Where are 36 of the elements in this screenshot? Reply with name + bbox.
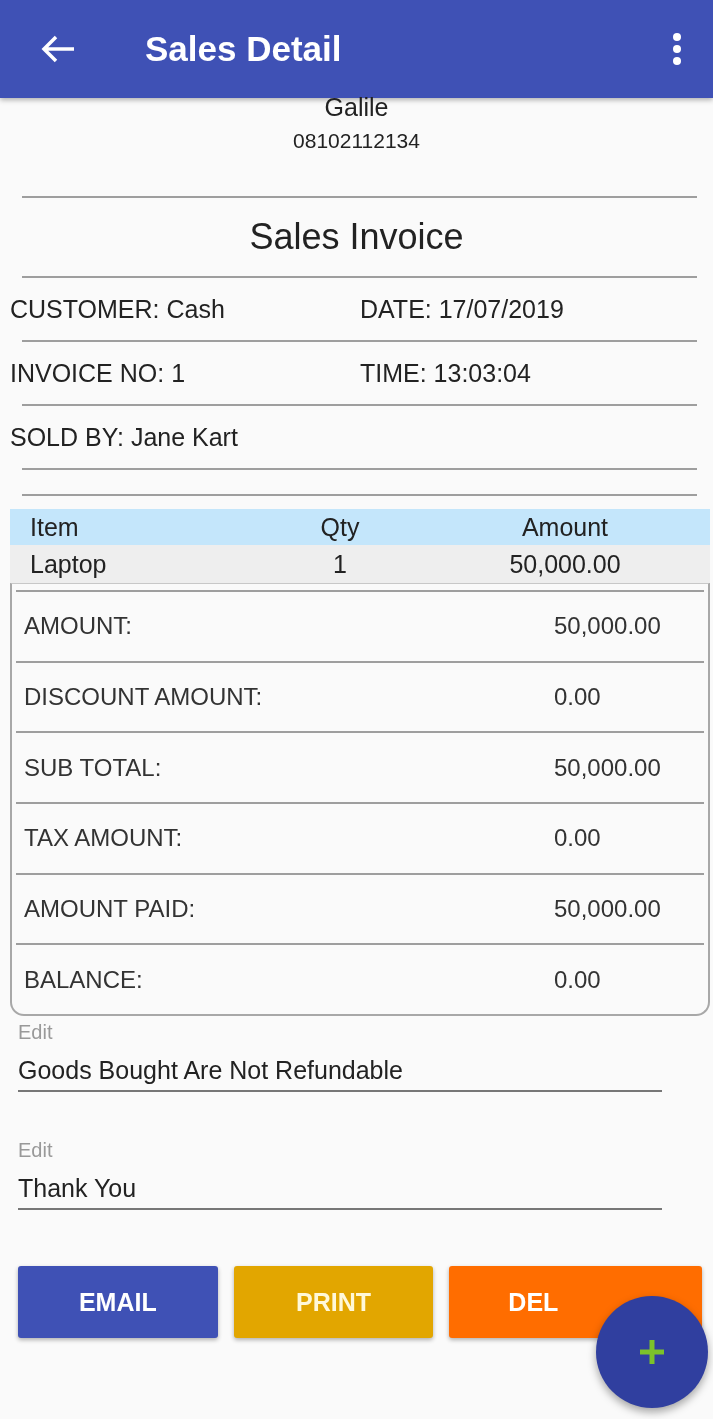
table-cell-text: 50,000.00: [508, 549, 622, 579]
summary-label: SUB TOTAL:: [23, 753, 163, 782]
text-field[interactable]: Thank You: [18, 1168, 662, 1210]
back-arrow-icon[interactable]: [40, 34, 76, 64]
store-phone: 08102112134: [292, 129, 421, 153]
table-cell-text: 1: [332, 549, 348, 579]
info-text: CUSTOMER: Cash: [10, 294, 226, 324]
field-label: Edit: [18, 1020, 54, 1045]
summary-label: AMOUNT PAID:: [23, 894, 197, 923]
text-field[interactable]: Goods Bought Are Not Refundable: [18, 1050, 662, 1092]
add-button[interactable]: [596, 1296, 708, 1408]
summary-label: AMOUNT:: [23, 612, 133, 641]
field-label: Edit: [18, 1138, 54, 1163]
info-text: TIME: 13:03:04: [360, 358, 532, 388]
summary-value: 50,000.00: [554, 753, 662, 782]
screen-title: Sales Detail: [145, 29, 343, 69]
column-header: Amount: [520, 512, 610, 542]
summary-label: DISCOUNT AMOUNT:: [23, 682, 264, 711]
summary-value: 50,000.00: [554, 612, 662, 641]
summary-label: TAX AMOUNT:: [23, 824, 184, 853]
more-options-icon[interactable]: [671, 32, 683, 66]
summary-label: BALANCE:: [23, 965, 144, 994]
table-cell-text: Laptop: [29, 549, 108, 579]
column-header: Item: [29, 512, 80, 542]
summary-value: 0.00: [554, 682, 602, 711]
store-name: Galile: [323, 96, 390, 118]
column-header: Qty: [319, 512, 361, 542]
summary-value: 0.00: [554, 965, 602, 994]
invoice-title: Sales Invoice: [248, 215, 465, 259]
plus-icon[interactable]: [638, 1338, 666, 1366]
info-text: INVOICE NO: 1: [10, 358, 187, 388]
info-text: DATE: 17/07/2019: [360, 294, 565, 324]
summary-value: 0.00: [554, 824, 602, 853]
info-text: SOLD BY: Jane Kart: [10, 422, 239, 452]
summary-value: 50,000.00: [554, 894, 662, 923]
action-button[interactable]: EMAIL: [18, 1266, 218, 1338]
